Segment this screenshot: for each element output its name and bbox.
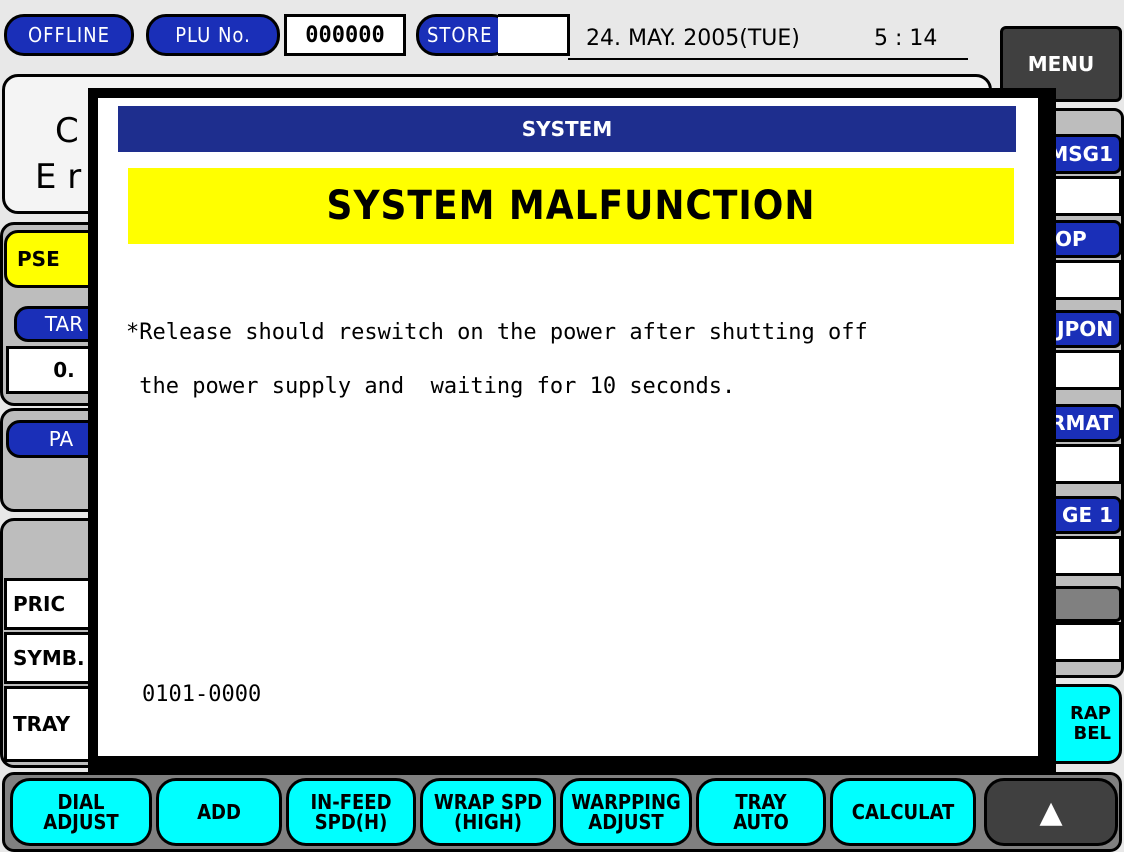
malfunction-banner: SYSTEM MALFUNCTION (128, 168, 1014, 244)
infeed-speed-button[interactable]: IN-FEED SPD(H) (286, 778, 416, 846)
wrapping-adjust-button[interactable]: WARPPING ADJUST (560, 778, 692, 846)
tray-auto-button[interactable]: TRAY AUTO (696, 778, 826, 846)
message-line-2: the power supply and waiting for 10 seco… (126, 374, 736, 399)
offline-indicator: OFFLINE (4, 14, 134, 56)
store-field[interactable] (498, 14, 570, 56)
wrap-label-line1: RAP (1070, 703, 1111, 724)
malfunction-text: SYSTEM MALFUNCTION (326, 183, 816, 229)
wrap-speed-line2: (HIGH) (453, 810, 523, 834)
tray-auto-line1: TRAY (735, 790, 787, 814)
error-code: 0101-0000 (142, 682, 262, 707)
offline-label: OFFLINE (27, 23, 110, 47)
message-line-1: *Release should reswitch on the power af… (126, 320, 868, 345)
title-partial-2: E r (35, 157, 82, 197)
wrapping-line2: ADJUST (588, 810, 664, 834)
pa-label: PA (48, 427, 74, 451)
plu-label-pill: PLU No. (146, 14, 280, 56)
status-underline (568, 58, 968, 60)
wrap-speed-line1: WRAP SPD (433, 790, 543, 814)
date-display: 24. MAY. 2005(TUE) (586, 26, 800, 51)
menu-label: MENU (1027, 52, 1095, 76)
infeed-line2: SPD(H) (314, 810, 388, 834)
page-label: GE 1 (1062, 503, 1113, 527)
plu-number-value: 000000 (305, 22, 385, 48)
dial-adjust-button[interactable]: DIAL ADJUST (10, 778, 152, 846)
wrapping-line1: WARPPING (571, 790, 681, 814)
tare-value: 0. (53, 358, 75, 382)
time-display: 5 : 14 (874, 26, 938, 51)
dialog-title: SYSTEM (521, 117, 613, 141)
system-dialog: SYSTEM SYSTEM MALFUNCTION *Release shoul… (88, 88, 1056, 772)
dialog-title-bar: SYSTEM (118, 106, 1016, 152)
tray-label: TRAY (13, 712, 71, 736)
dial-adjust-line2: ADJUST (43, 810, 119, 834)
add-label: ADD (197, 800, 241, 824)
add-button[interactable]: ADD (156, 778, 282, 846)
calculate-button[interactable]: CALCULAT (830, 778, 976, 846)
price-label: PRIC (13, 592, 66, 616)
title-partial-1: C (55, 111, 79, 151)
tare-label: TAR (44, 312, 84, 336)
symbol-label: SYMB. (13, 646, 85, 670)
calculate-label: CALCULAT (851, 800, 955, 824)
store-label: STORE (427, 23, 493, 47)
coupon-label: JPON (1057, 317, 1113, 341)
dialog-body: SYSTEM SYSTEM MALFUNCTION *Release shoul… (98, 98, 1038, 756)
op-label: OP (1055, 227, 1087, 251)
msg1-label: MSG1 (1048, 142, 1113, 166)
infeed-line1: IN-FEED (310, 790, 392, 814)
dial-adjust-line1: DIAL (57, 790, 105, 814)
wrap-label-line2: BEL (1073, 723, 1112, 744)
page-up-button[interactable]: ▲ (984, 778, 1118, 846)
wrap-speed-button[interactable]: WRAP SPD (HIGH) (420, 778, 556, 846)
plu-number-field[interactable]: 000000 (284, 14, 406, 56)
up-arrow-icon: ▲ (1039, 794, 1063, 830)
plu-label: PLU No. (175, 23, 251, 47)
tray-auto-line2: AUTO (733, 810, 789, 834)
pset-label: PSE (17, 247, 60, 271)
